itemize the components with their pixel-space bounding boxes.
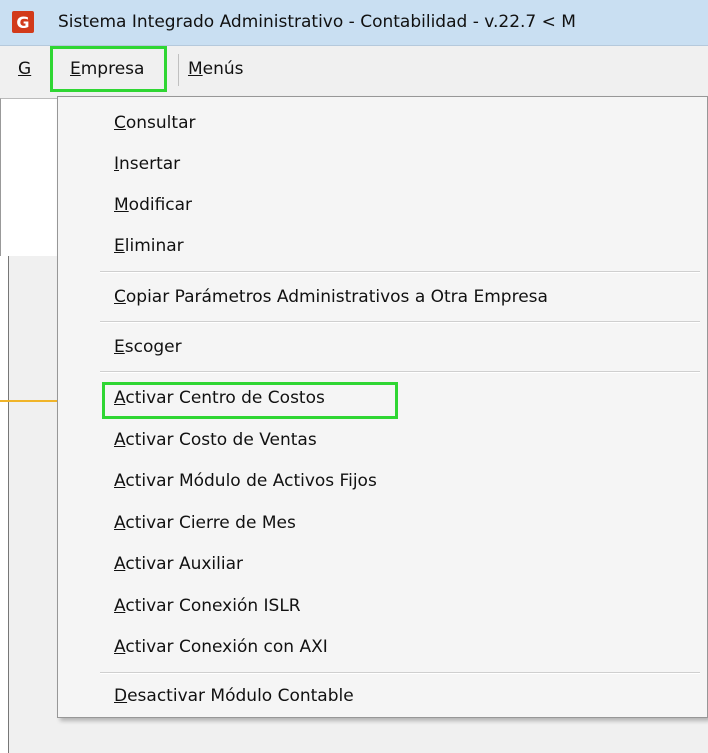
menu-item-activar-cierre-mes[interactable]: Activar Cierre de Mes	[114, 513, 296, 533]
menu-item-consultar[interactable]: Consultar	[114, 113, 195, 133]
menu-bar: G Empresa Menús	[0, 46, 708, 98]
window-title: Sistema Integrado Administrativo - Conta…	[58, 12, 576, 32]
menu-item-desactivar-modulo-contable[interactable]: Desactivar Módulo Contable	[114, 686, 354, 706]
title-bar: G Sistema Integrado Administrativo - Con…	[0, 0, 708, 46]
menu-separator	[100, 672, 700, 674]
menu-item-eliminar[interactable]: Eliminar	[114, 236, 184, 256]
menu-item-activar-conexion-islr[interactable]: Activar Conexión ISLR	[114, 596, 301, 616]
empresa-dropdown-menu: Consultar Insertar Modificar Eliminar Co…	[57, 96, 708, 718]
menu-empresa[interactable]: Empresa	[70, 59, 144, 79]
app-logo-icon[interactable]: G	[12, 11, 34, 33]
menu-item-insertar[interactable]: Insertar	[114, 154, 180, 174]
menu-menus[interactable]: Menús	[188, 59, 244, 79]
menu-separator	[100, 371, 700, 373]
menu-item-escoger[interactable]: Escoger	[114, 337, 182, 357]
menu-item-modificar[interactable]: Modificar	[114, 195, 192, 215]
menu-item-activar-centro-costos[interactable]: Activar Centro de Costos	[114, 388, 325, 408]
menu-item-activar-activos-fijos[interactable]: Activar Módulo de Activos Fijos	[114, 471, 377, 491]
menubar-separator	[178, 54, 179, 86]
menu-separator	[100, 271, 700, 273]
menu-item-activar-conexion-axi[interactable]: Activar Conexión con AXI	[114, 637, 328, 657]
menu-item-activar-auxiliar[interactable]: Activar Auxiliar	[114, 554, 243, 574]
menu-separator	[100, 321, 700, 323]
menu-item-copiar-parametros[interactable]: Copiar Parámetros Administrativos a Otra…	[114, 287, 548, 307]
menu-item-activar-costo-ventas[interactable]: Activar Costo de Ventas	[114, 430, 317, 450]
menu-g[interactable]: G	[18, 59, 31, 79]
